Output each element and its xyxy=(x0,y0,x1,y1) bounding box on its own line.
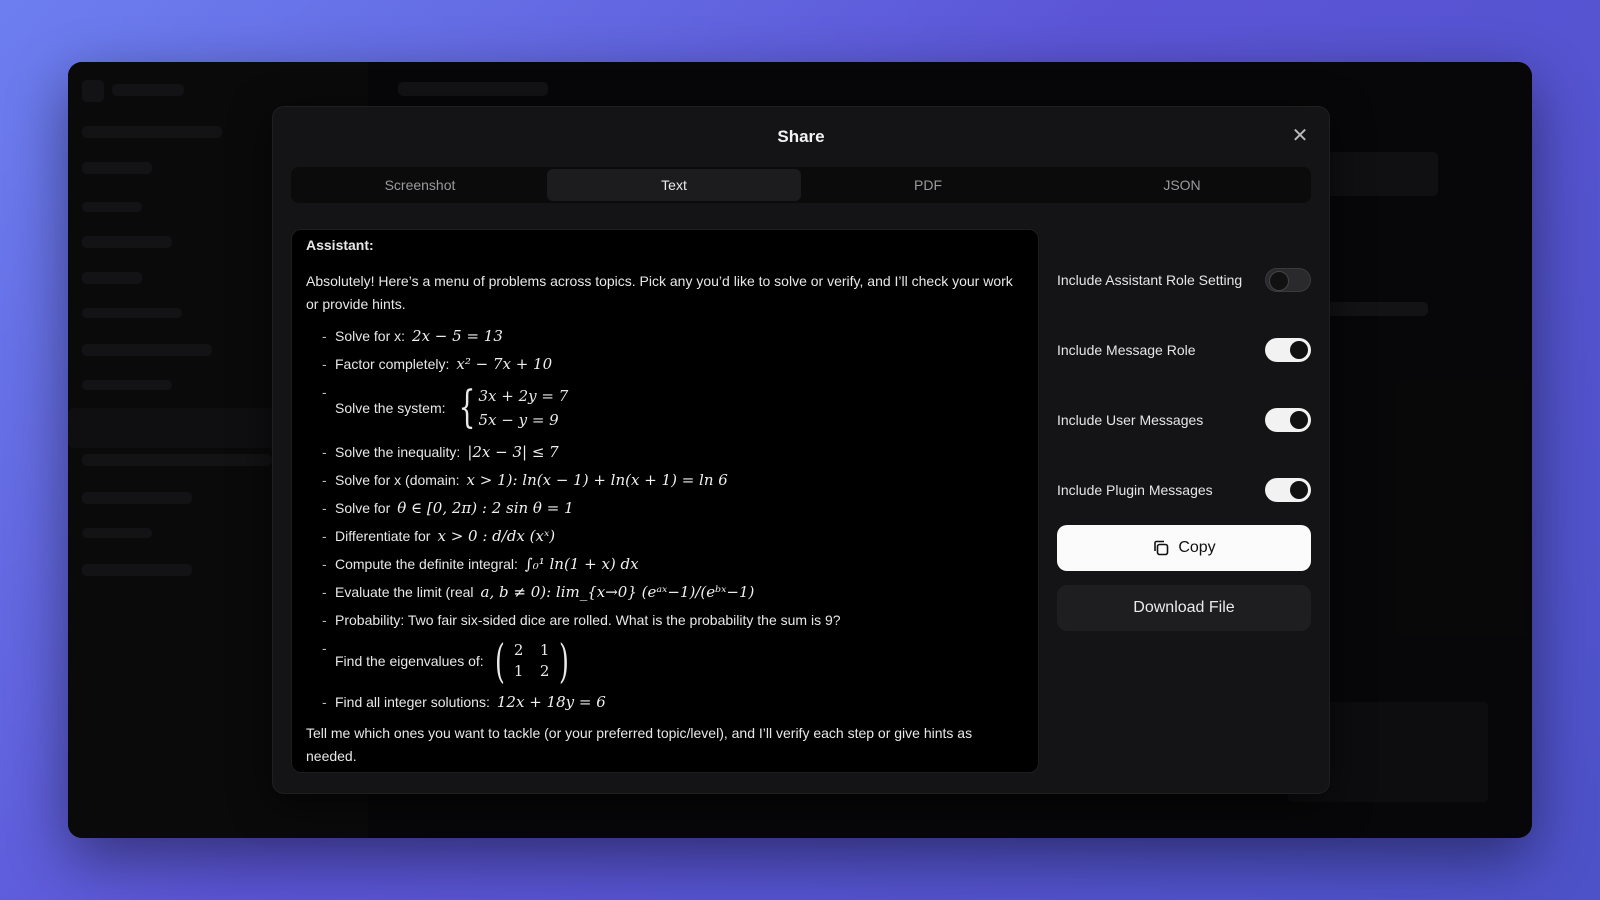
text-preview[interactable]: Assistant: Absolutely! Here’s a menu of … xyxy=(291,229,1039,773)
option-label: Include Assistant Role Setting xyxy=(1057,272,1243,288)
brace-icon: { xyxy=(458,382,475,433)
matrix: ( 2 1 1 2 ) xyxy=(494,634,569,688)
list-item: - Solve for x (domain: x > 1): ln(x − 1) … xyxy=(306,466,1024,494)
option-user-messages: Include User Messages xyxy=(1057,385,1311,455)
math-expression: |2x − 3| ≤ 7 xyxy=(467,443,559,461)
list-item: - Factor completely: x² − 7x + 10 xyxy=(306,350,1024,378)
preview-intro: Absolutely! Here’s a menu of problems ac… xyxy=(306,273,1013,312)
list-item: - Evaluate the limit (real a, b ≠ 0): lim… xyxy=(306,578,1024,606)
list-item: - Compute the definite integral: ∫₀¹ ln(1… xyxy=(306,550,1024,578)
math-expression: x² − 7x + 10 xyxy=(456,355,553,373)
toggle-message-role[interactable] xyxy=(1265,338,1311,362)
toggle-plugin-messages[interactable] xyxy=(1265,478,1311,502)
preview-role-label: Assistant: xyxy=(306,237,374,253)
copy-button[interactable]: Copy xyxy=(1057,525,1311,571)
copy-icon xyxy=(1154,540,1169,556)
dialog-title: Share xyxy=(777,127,825,146)
math-expression: 12x + 18y = 6 xyxy=(496,693,606,711)
tab-json[interactable]: JSON xyxy=(1055,169,1309,201)
option-plugin-messages: Include Plugin Messages xyxy=(1057,455,1311,525)
list-item: - Solve the inequality: |2x − 3| ≤ 7 xyxy=(306,438,1024,466)
math-expression: 5x − y = 9 xyxy=(478,411,559,429)
math-expression: 2x − 5 = 13 xyxy=(412,327,503,345)
download-button-label: Download File xyxy=(1133,599,1235,616)
list-item: - Solve the system: { 3x + 2y = 7 5x − y … xyxy=(322,382,569,433)
math-expression: x > 1): ln(x − 1) + ln(x + 1) = ln 6 xyxy=(466,471,728,489)
option-label: Include Plugin Messages xyxy=(1057,482,1213,498)
list-item: - Find the eigenvalues of: ( 2 1 1 2 ) xyxy=(306,634,1024,688)
preview-outro: Tell me which ones you want to tackle (o… xyxy=(306,725,973,764)
toggle-user-messages[interactable] xyxy=(1265,408,1311,432)
equation-system: { 3x + 2y = 7 5x − y = 9 xyxy=(453,382,569,433)
option-label: Include Message Role xyxy=(1057,342,1196,358)
download-file-button[interactable]: Download File xyxy=(1057,585,1311,631)
close-icon[interactable]: ✕ xyxy=(1287,123,1313,149)
share-tabs: Screenshot Text PDF JSON xyxy=(291,167,1311,203)
math-expression: 3x + 2y = 7 xyxy=(478,387,569,405)
list-item: - Solve for x: 2x − 5 = 13 xyxy=(306,322,1024,350)
share-dialog: Share ✕ Screenshot Text PDF JSON Assista… xyxy=(272,106,1330,794)
tab-screenshot[interactable]: Screenshot xyxy=(293,169,547,201)
option-message-role: Include Message Role xyxy=(1057,315,1311,385)
tab-text[interactable]: Text xyxy=(547,169,801,201)
tab-pdf[interactable]: PDF xyxy=(801,169,1055,201)
math-expression: ∫₀¹ ln(1 + x) dx xyxy=(524,555,639,573)
option-label: Include User Messages xyxy=(1057,412,1204,428)
math-expression: x > 0 : d/dx (xˣ) xyxy=(437,527,556,545)
list-item: - Find all integer solutions: 12x + 18y =… xyxy=(306,688,1024,716)
share-options: Include Assistant Role Setting Include M… xyxy=(1057,245,1311,525)
math-expression: θ ∈ [0, 2π) : 2 sin θ = 1 xyxy=(397,499,574,517)
toggle-assistant-role-setting[interactable] xyxy=(1265,268,1311,292)
list-item: - Differentiate for x > 0 : d/dx (xˣ) xyxy=(306,522,1024,550)
copy-button-label: Copy xyxy=(1178,539,1216,556)
problem-list: - Solve for x: 2x − 5 = 13 - Factor comple… xyxy=(306,322,1024,716)
list-item: - Solve for θ ∈ [0, 2π) : 2 sin θ = 1 xyxy=(306,494,1024,522)
list-item: - Probability: Two fair six-sided dice ar… xyxy=(322,612,841,628)
math-expression: a, b ≠ 0): lim_{x→0} (eᵃˣ−1)/(eᵇˣ−1) xyxy=(480,583,755,601)
option-assistant-role-setting: Include Assistant Role Setting xyxy=(1057,245,1311,315)
